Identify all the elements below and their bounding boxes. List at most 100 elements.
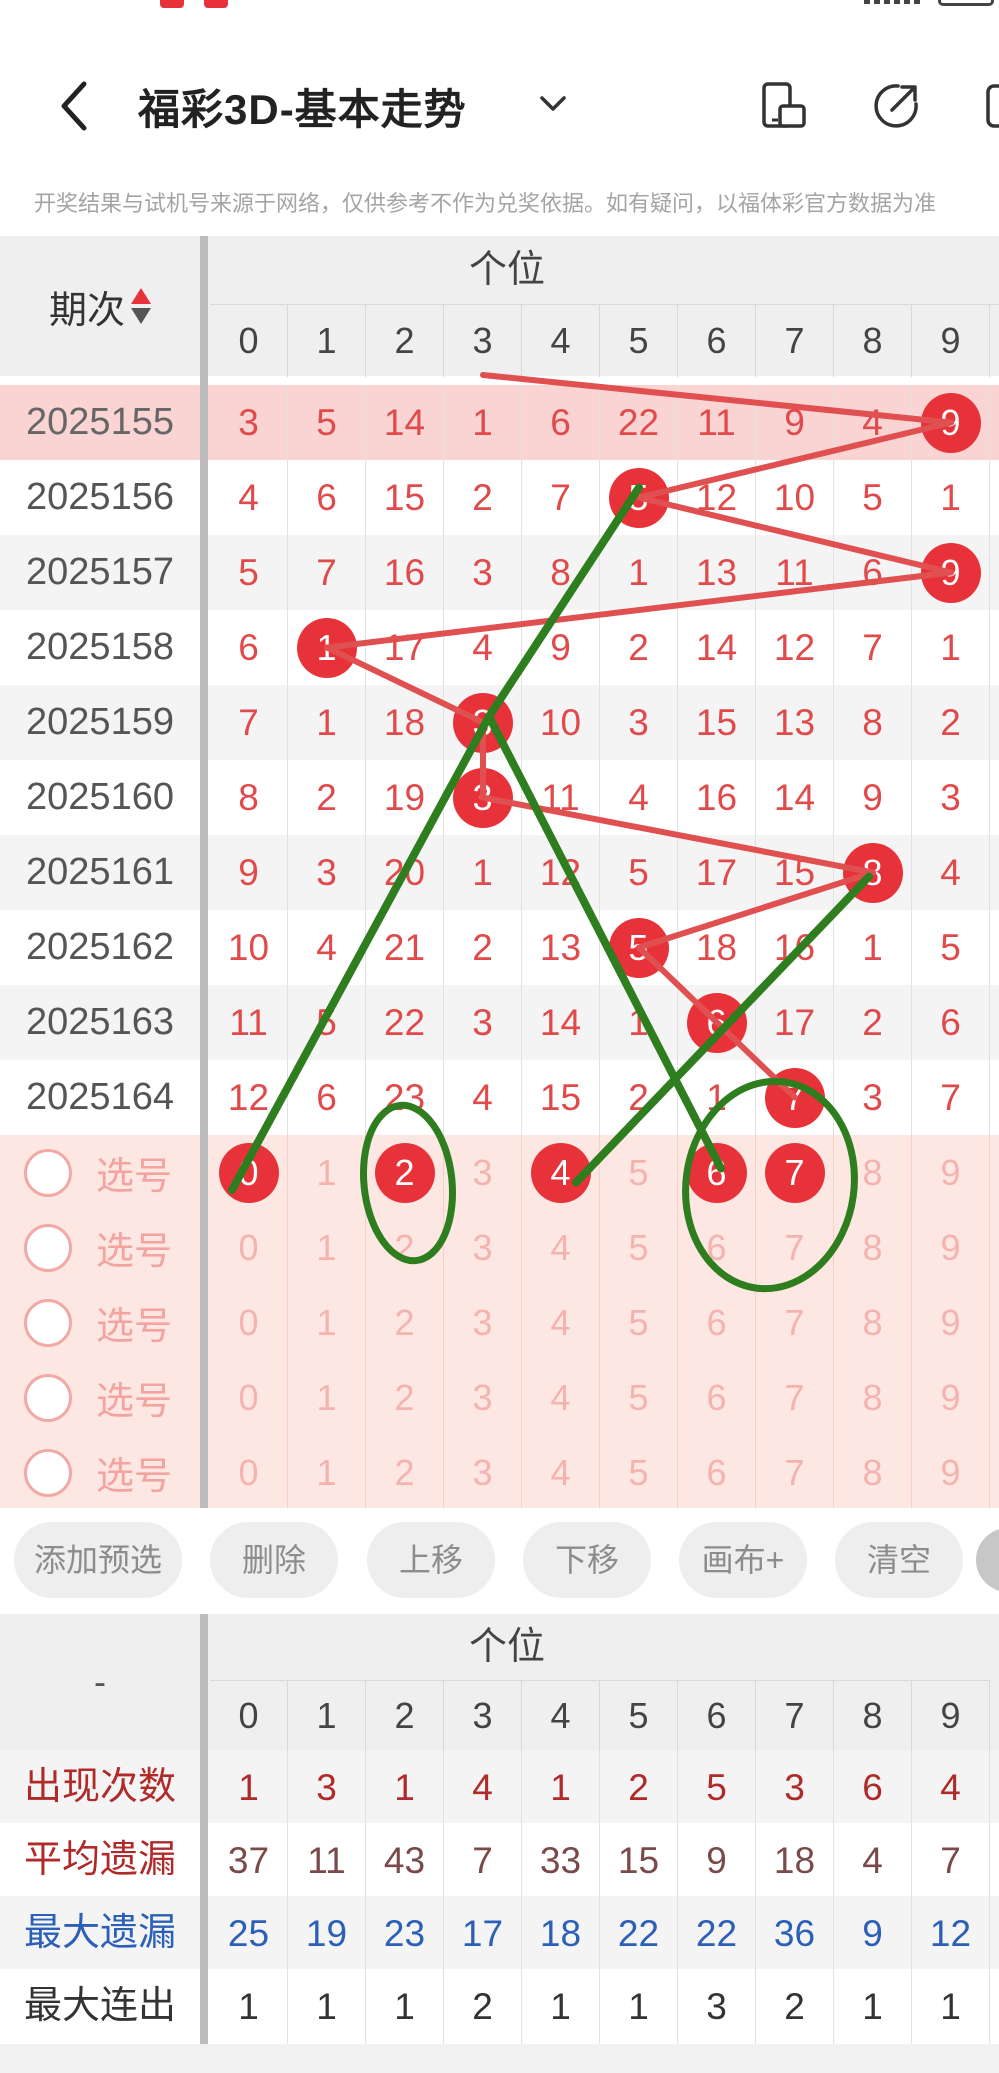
- pick-cell-5[interactable]: 5: [600, 1435, 678, 1510]
- miss-cell: 16: [756, 910, 834, 985]
- stats-value: 33: [522, 1823, 600, 1898]
- canvas-button[interactable]: 画布+: [679, 1522, 807, 1598]
- pick-cell-2[interactable]: 2: [366, 1210, 444, 1285]
- digit-header-0: 0: [210, 305, 288, 377]
- pick-cell-2[interactable]: 2: [366, 1360, 444, 1435]
- pick-cell-8[interactable]: 8: [834, 1210, 912, 1285]
- clear-button[interactable]: 清空: [835, 1522, 963, 1598]
- pick-cell-9[interactable]: 9: [912, 1435, 990, 1510]
- share-icon[interactable]: [868, 78, 924, 134]
- back-arrow-icon[interactable]: [50, 76, 100, 136]
- stats-value: 9: [678, 1823, 756, 1898]
- table-row: 2025155 3 5 14 1 6 22 11 9 4 9: [0, 385, 999, 460]
- pick-cell-7[interactable]: 7: [756, 1135, 834, 1210]
- pick-cell-8[interactable]: 8: [834, 1360, 912, 1435]
- row-cells: 9 3 20 1 12 5 17 15 8 4: [210, 835, 990, 910]
- chevron-down-icon[interactable]: [536, 86, 570, 120]
- pick-row: 选号 0 1 2 3 4 5 6 7 8 9: [0, 1135, 999, 1210]
- pick-cell-7[interactable]: 7: [756, 1360, 834, 1435]
- miss-cell: 3: [912, 760, 990, 835]
- delete-button[interactable]: 删除: [210, 1522, 338, 1598]
- pick-cell-9[interactable]: 9: [912, 1360, 990, 1435]
- selected-ball[interactable]: 7: [764, 1142, 825, 1203]
- pick-cell-2[interactable]: 2: [366, 1135, 444, 1210]
- device-orientation-icon[interactable]: [756, 78, 812, 134]
- pick-cell-7[interactable]: 7: [756, 1435, 834, 1510]
- pick-cell-7[interactable]: 7: [756, 1285, 834, 1360]
- pick-row-label[interactable]: 选号: [24, 1435, 172, 1510]
- pick-cell-6[interactable]: 6: [678, 1285, 756, 1360]
- sort-icon[interactable]: [131, 286, 151, 326]
- move-up-button[interactable]: 上移: [367, 1522, 495, 1598]
- pick-cell-0[interactable]: 0: [210, 1435, 288, 1510]
- miss-cell: 16: [678, 760, 756, 835]
- more-tools-button[interactable]: [976, 1528, 999, 1592]
- pick-cell-8[interactable]: 8: [834, 1135, 912, 1210]
- pick-cell-4[interactable]: 4: [522, 1285, 600, 1360]
- miss-cell: 11: [756, 535, 834, 610]
- move-down-button[interactable]: 下移: [523, 1522, 651, 1598]
- pick-cell-9[interactable]: 9: [912, 1285, 990, 1360]
- pick-cell-0[interactable]: 0: [210, 1360, 288, 1435]
- pick-cell-6[interactable]: 6: [678, 1360, 756, 1435]
- pick-cell-5[interactable]: 5: [600, 1285, 678, 1360]
- pick-row-label[interactable]: 选号: [24, 1360, 172, 1435]
- add-preselect-button[interactable]: 添加预选: [14, 1522, 182, 1598]
- pick-cell-5[interactable]: 5: [600, 1360, 678, 1435]
- pick-cell-2[interactable]: 2: [366, 1435, 444, 1510]
- miss-cell: 4: [444, 610, 522, 685]
- pick-cell-0[interactable]: 0: [210, 1285, 288, 1360]
- trend-rows: 2025155 3 5 14 1 6 22 11 9 4 9 2025156 4 6 15 2 7 5 12 10 5 1…: [0, 385, 999, 1135]
- pick-cell-1[interactable]: 1: [288, 1360, 366, 1435]
- page-title[interactable]: 福彩3D-基本走势: [138, 76, 467, 137]
- pick-cell-1[interactable]: 1: [288, 1135, 366, 1210]
- pick-cell-4[interactable]: 4: [522, 1435, 600, 1510]
- pick-cell-3[interactable]: 3: [444, 1135, 522, 1210]
- pick-cell-4[interactable]: 4: [522, 1360, 600, 1435]
- pick-cell-1[interactable]: 1: [288, 1435, 366, 1510]
- pick-cell-6[interactable]: 6: [678, 1435, 756, 1510]
- selected-ball[interactable]: 0: [218, 1142, 279, 1203]
- pick-cell-8[interactable]: 8: [834, 1435, 912, 1510]
- stats-value: 11: [288, 1823, 366, 1898]
- miss-cell: 19: [366, 760, 444, 835]
- period-cell: 2025161: [26, 851, 174, 893]
- pick-cell-0[interactable]: 0: [210, 1210, 288, 1285]
- pick-cell-1[interactable]: 1: [288, 1285, 366, 1360]
- selected-ball[interactable]: 2: [374, 1142, 435, 1203]
- pick-radio[interactable]: [24, 1373, 72, 1422]
- pick-cell-5[interactable]: 5: [600, 1210, 678, 1285]
- pick-cell-3[interactable]: 3: [444, 1360, 522, 1435]
- pick-cell-5[interactable]: 5: [600, 1135, 678, 1210]
- pick-cell-2[interactable]: 2: [366, 1285, 444, 1360]
- selected-ball[interactable]: 4: [530, 1142, 591, 1203]
- pick-cell-9[interactable]: 9: [912, 1210, 990, 1285]
- pick-cell-0[interactable]: 0: [210, 1135, 288, 1210]
- pick-cell-4[interactable]: 4: [522, 1135, 600, 1210]
- pick-radio[interactable]: [24, 1448, 72, 1497]
- pick-cell-4[interactable]: 4: [522, 1210, 600, 1285]
- pick-row-label[interactable]: 选号: [24, 1285, 172, 1360]
- pick-radio[interactable]: [24, 1148, 72, 1197]
- pick-cell-8[interactable]: 8: [834, 1285, 912, 1360]
- selected-ball[interactable]: 6: [686, 1142, 747, 1203]
- pick-row-label[interactable]: 选号: [24, 1135, 172, 1210]
- pick-radio[interactable]: [24, 1223, 72, 1272]
- pick-row-label[interactable]: 选号: [24, 1210, 172, 1285]
- miss-cell: 6: [288, 460, 366, 535]
- stats-value: 5: [678, 1750, 756, 1825]
- pick-cell-9[interactable]: 9: [912, 1135, 990, 1210]
- pick-cell-6[interactable]: 6: [678, 1210, 756, 1285]
- miss-cell: 3: [600, 685, 678, 760]
- table-row: 2025156 4 6 15 2 7 5 12 10 5 1: [0, 460, 999, 535]
- pick-cell-1[interactable]: 1: [288, 1210, 366, 1285]
- period-sort-header[interactable]: 期次: [0, 236, 200, 376]
- pick-cell-7[interactable]: 7: [756, 1210, 834, 1285]
- miss-cell: 6: [522, 385, 600, 460]
- pick-cell-3[interactable]: 3: [444, 1285, 522, 1360]
- pick-cell-6[interactable]: 6: [678, 1135, 756, 1210]
- pick-cell-3[interactable]: 3: [444, 1435, 522, 1510]
- pick-radio[interactable]: [24, 1298, 72, 1347]
- pick-cell-3[interactable]: 3: [444, 1210, 522, 1285]
- more-icon[interactable]: [982, 78, 999, 134]
